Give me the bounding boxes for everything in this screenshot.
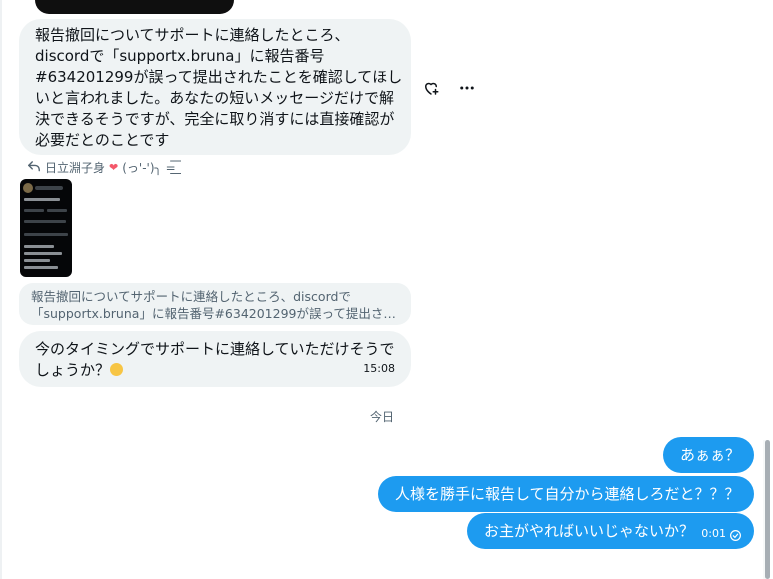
image-attachment-thumbnail[interactable] bbox=[20, 179, 72, 277]
message-actions bbox=[420, 77, 478, 99]
message-line: 報告撤回についてサポートに連絡したところ、 bbox=[35, 26, 350, 44]
day-separator: 今日 bbox=[370, 410, 395, 424]
quoted-line: 報告撤回についてサポートに連絡したところ、discordで bbox=[31, 289, 351, 304]
message-text: 人様を勝手に報告して自分から連絡しろだと？？？ bbox=[395, 485, 740, 503]
quoted-message[interactable]: 報告撤回についてサポートに連絡したところ、discordで 「supportx.… bbox=[19, 283, 411, 325]
reply-arrow-icon bbox=[27, 160, 41, 175]
message-line: いと言われました。あなたの短いメッセージだけで解 bbox=[35, 89, 394, 107]
thumbnail-row bbox=[24, 259, 50, 262]
thumbnail-row bbox=[24, 252, 62, 255]
more-horizontal-icon[interactable] bbox=[456, 77, 478, 99]
incoming-message[interactable]: 今のタイミングでサポートに連絡していただけそうで しょうか？ 15:08 bbox=[19, 331, 411, 387]
message-text: しょうか？ bbox=[35, 361, 111, 379]
scrollbar-thumb[interactable] bbox=[765, 440, 770, 579]
reply-attribution[interactable]: 日立淵子身 ❤ (っ'-')╮ =͟͟͞͞ bbox=[27, 158, 176, 176]
thumbnail-row bbox=[24, 209, 44, 212]
incoming-message[interactable]: 報告撤回についてサポートに連絡したところ、 discordで「supportx.… bbox=[19, 19, 411, 155]
reply-author-kaomoji: (っ'-')╮ =͟͟͞͞ bbox=[122, 160, 176, 175]
message-line: #634201299が誤って提出されたことを確認してほし bbox=[35, 68, 403, 86]
thumbnail-avatar bbox=[23, 183, 33, 193]
reply-author-name: 日立淵子身 bbox=[45, 160, 106, 175]
outgoing-message[interactable]: あぁぁ？ bbox=[663, 437, 754, 473]
quoted-line: 「supportx.bruna」に報告番号#634201299が誤って提出さ… bbox=[31, 306, 396, 321]
message-text: あぁぁ？ bbox=[680, 446, 741, 464]
thumbnail-row bbox=[24, 220, 66, 223]
outgoing-message[interactable]: お主がやればいいじゃないか？ 0:01 bbox=[467, 513, 754, 549]
left-divider bbox=[0, 0, 2, 579]
heart-emoji-icon: ❤ bbox=[109, 160, 119, 174]
tired-face-emoji-icon bbox=[110, 363, 124, 376]
heart-plus-icon[interactable] bbox=[420, 77, 442, 99]
message-text: お主がやればいいじゃないか？ bbox=[484, 522, 695, 540]
message-line-with-emoji: しょうか？ bbox=[35, 360, 397, 381]
outgoing-message[interactable]: 人様を勝手に報告して自分から連絡しろだと？？？ bbox=[378, 476, 754, 512]
message-line: discordで「supportx.bruna」に報告番号 bbox=[35, 47, 325, 65]
thumbnail-row bbox=[24, 233, 68, 236]
message-timestamp: 0:01 bbox=[701, 527, 726, 540]
message-line: 決できるそうですが、完全に取り消すには直接確認が bbox=[35, 110, 395, 128]
thumbnail-row bbox=[24, 245, 54, 248]
message-line: 必要だとのことです bbox=[35, 131, 170, 149]
thumbnail-row bbox=[24, 198, 60, 201]
thumbnail-row bbox=[47, 209, 67, 212]
message-line: 今のタイミングでサポートに連絡していただけそうで bbox=[35, 340, 395, 358]
previous-media-attachment[interactable] bbox=[35, 0, 234, 14]
read-check-icon bbox=[729, 527, 742, 541]
thumbnail-bar bbox=[35, 186, 63, 190]
thumbnail-row bbox=[24, 266, 58, 269]
message-timestamp: 15:08 bbox=[363, 362, 395, 375]
